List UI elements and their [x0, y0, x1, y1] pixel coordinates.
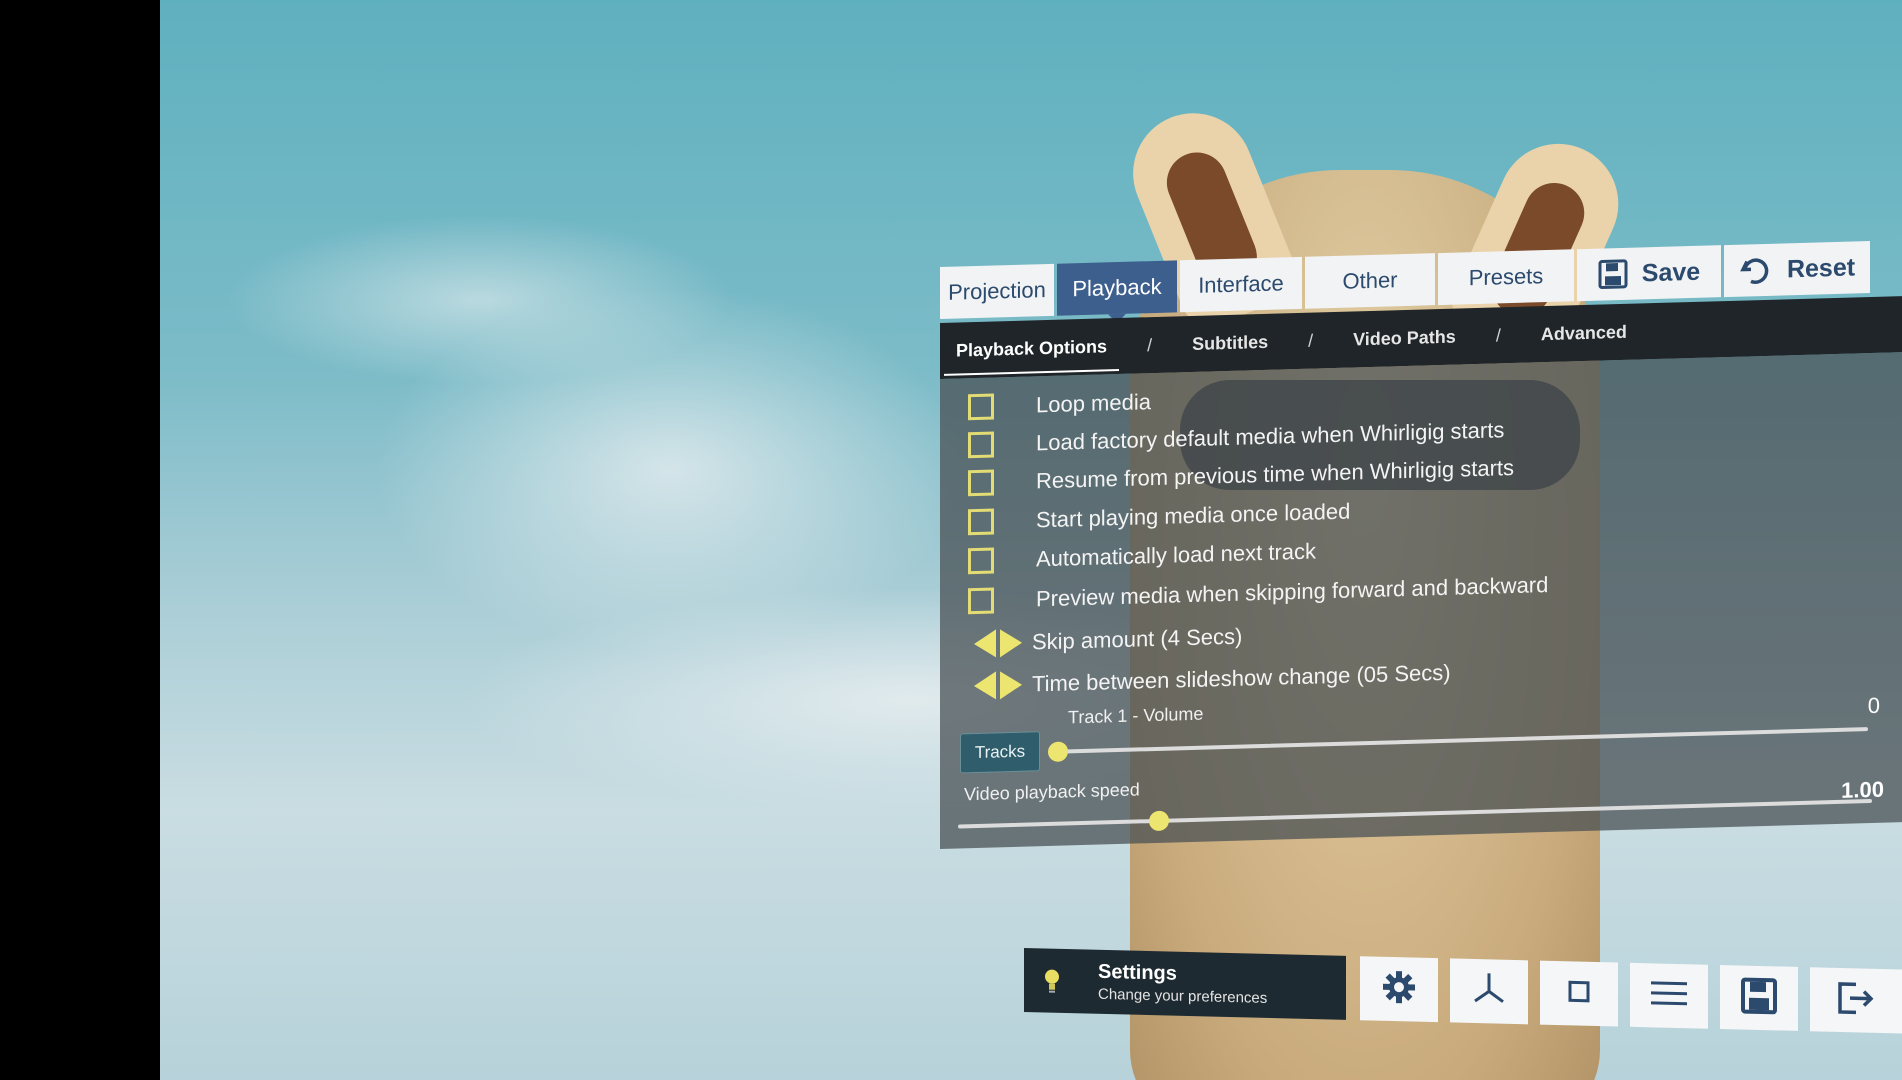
- tab-playback[interactable]: Playback: [1057, 260, 1177, 316]
- option-label: Automatically load next track: [1036, 538, 1317, 572]
- playback-options-body: Loop media Load factory default media wh…: [940, 352, 1902, 849]
- subtab-subtitles[interactable]: Subtitles: [1180, 331, 1280, 355]
- menu-button[interactable]: [1630, 962, 1708, 1029]
- gear-icon: [1381, 968, 1417, 1010]
- square-icon: [1567, 979, 1591, 1009]
- subtab-separator: /: [1308, 330, 1314, 351]
- speed-value: 1.00: [1841, 776, 1884, 803]
- decrease-arrow-icon[interactable]: [974, 629, 996, 659]
- increase-arrow-icon[interactable]: [1000, 628, 1022, 658]
- option-load-factory-default[interactable]: Load factory default media when Whirligi…: [968, 417, 1505, 459]
- checkbox[interactable]: [968, 587, 994, 615]
- reset-label: Reset: [1786, 252, 1856, 283]
- menu-icon: [1649, 978, 1689, 1014]
- status-chip: Settings Change your preferences: [1024, 948, 1346, 1020]
- option-auto-load-next[interactable]: Automatically load next track: [968, 538, 1317, 575]
- undo-icon: [1739, 255, 1773, 286]
- tab-other[interactable]: Other: [1305, 253, 1435, 309]
- option-label: Resume from previous time when Whirligig…: [1036, 454, 1515, 494]
- option-label: Preview media when skipping forward and …: [1036, 572, 1549, 612]
- increase-arrow-icon[interactable]: [1000, 670, 1022, 700]
- floppy-disk-icon: [1740, 976, 1778, 1020]
- volume-value: 0: [1867, 692, 1880, 719]
- reset-button[interactable]: Reset: [1724, 241, 1870, 298]
- axes-icon: [1467, 966, 1511, 1016]
- decrease-arrow-icon[interactable]: [974, 671, 996, 701]
- volume-slider-thumb[interactable]: [1048, 741, 1068, 762]
- speed-label: Video playback speed: [964, 779, 1140, 805]
- stepper-label: Time between slideshow change (05 Secs): [1032, 659, 1451, 697]
- subtab-video-paths[interactable]: Video Paths: [1341, 326, 1468, 351]
- window-button[interactable]: [1540, 960, 1618, 1027]
- exit-button[interactable]: [1810, 967, 1902, 1034]
- checkbox[interactable]: [968, 393, 994, 421]
- tracks-button[interactable]: Tracks: [960, 731, 1040, 774]
- settings-gear-button[interactable]: [1360, 956, 1438, 1023]
- option-label: Start playing media once loaded: [1036, 498, 1351, 533]
- axes-button[interactable]: [1450, 958, 1528, 1025]
- checkbox[interactable]: [968, 508, 994, 536]
- tab-projection[interactable]: Projection: [940, 263, 1054, 319]
- status-subtitle: Change your preferences: [1098, 985, 1268, 1007]
- slideshow-interval-stepper: Time between slideshow change (05 Secs): [968, 659, 1451, 701]
- tab-presets[interactable]: Presets: [1438, 249, 1574, 306]
- stepper-label: Skip amount (4 Secs): [1032, 623, 1243, 655]
- volume-label: Track 1 - Volume: [1068, 703, 1204, 728]
- option-label: Loop media: [1036, 389, 1151, 418]
- tab-interface[interactable]: Interface: [1180, 256, 1302, 313]
- volume-slider[interactable]: [1048, 727, 1868, 762]
- checkbox[interactable]: [968, 431, 994, 459]
- speed-slider-thumb[interactable]: [1149, 810, 1170, 832]
- save-label: Save: [1641, 257, 1701, 287]
- subtab-advanced[interactable]: Advanced: [1529, 321, 1639, 345]
- lightbulb-icon: [1042, 967, 1062, 993]
- subtab-separator: /: [1495, 324, 1501, 345]
- skip-amount-stepper: Skip amount (4 Secs): [968, 623, 1242, 659]
- option-start-playing[interactable]: Start playing media once loaded: [968, 499, 1350, 536]
- exit-icon: [1836, 979, 1876, 1021]
- subtab-playback-options[interactable]: Playback Options: [944, 335, 1119, 361]
- option-resume-previous-time[interactable]: Resume from previous time when Whirligig…: [968, 454, 1515, 497]
- speed-slider[interactable]: [958, 798, 1872, 832]
- subtab-separator: /: [1147, 334, 1153, 355]
- save-button[interactable]: Save: [1577, 245, 1721, 302]
- checkbox[interactable]: [968, 547, 994, 575]
- checkbox[interactable]: [968, 469, 994, 497]
- option-label: Load factory default media when Whirligi…: [1036, 417, 1505, 456]
- view-edge: [0, 0, 160, 1080]
- floppy-disk-icon: [1598, 259, 1628, 290]
- save-session-button[interactable]: [1720, 965, 1798, 1031]
- option-loop-media[interactable]: Loop media: [968, 389, 1151, 421]
- status-title: Settings: [1098, 960, 1177, 985]
- settings-panel: Projection Playback Interface Other Pres…: [940, 238, 1902, 1005]
- option-preview-skipping[interactable]: Preview media when skipping forward and …: [968, 572, 1549, 615]
